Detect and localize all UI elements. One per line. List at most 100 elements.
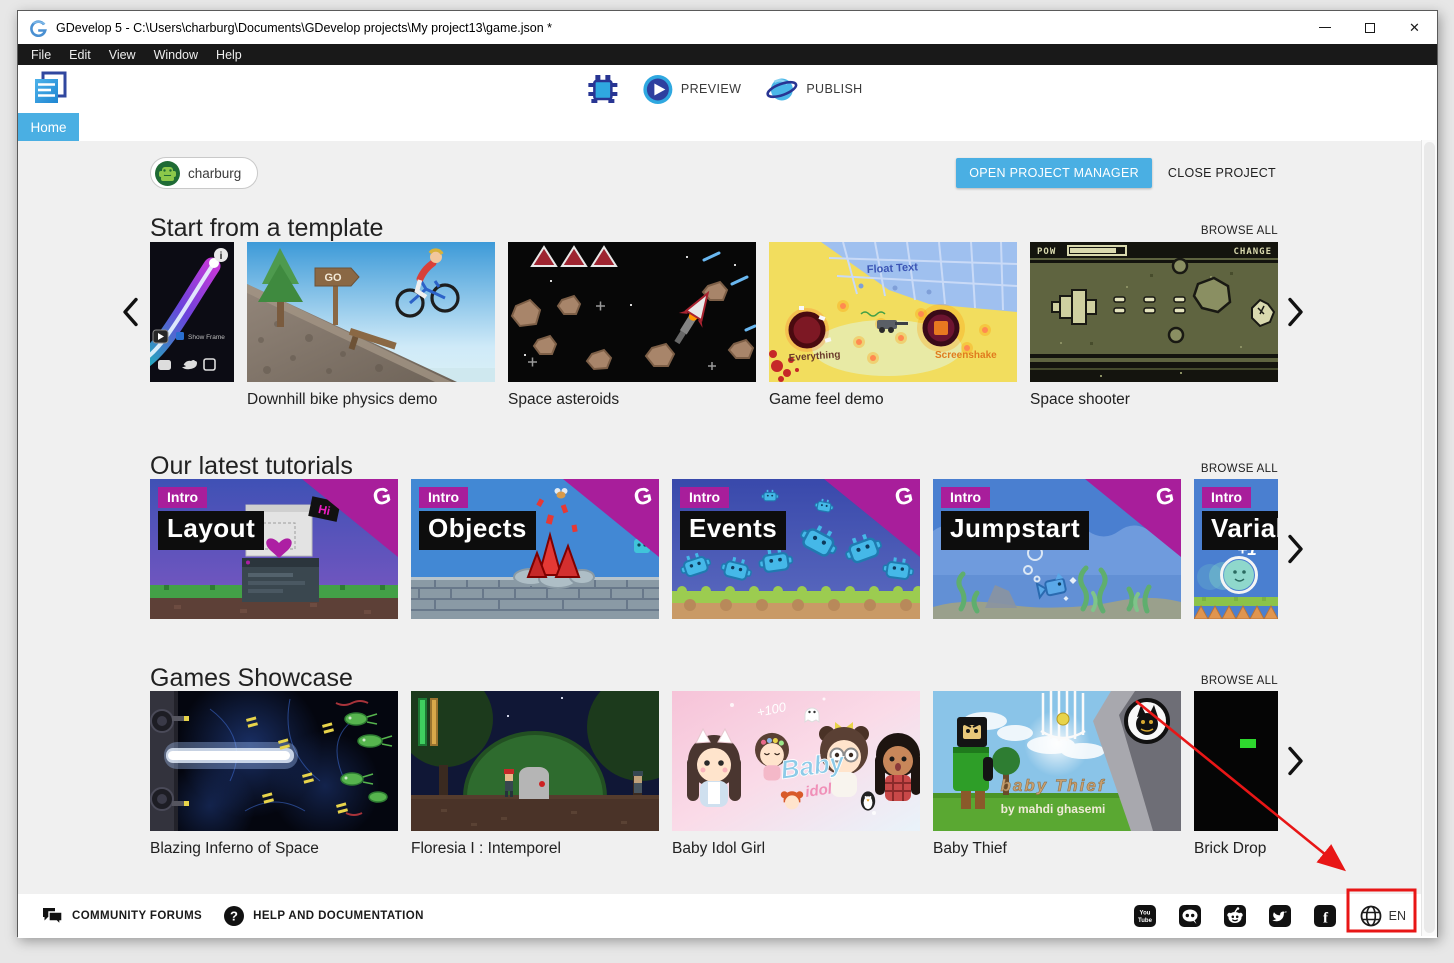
tutorial-card-events[interactable]: Intro Events G (672, 479, 920, 619)
title-bar: GDevelop 5 - C:\Users\charburg\Documents… (18, 11, 1437, 44)
preview-button[interactable]: PREVIEW (642, 74, 741, 105)
tutorial-card-objects[interactable]: Intro Objects G (411, 479, 659, 619)
menu-file[interactable]: File (22, 46, 60, 64)
preview-play-icon (642, 74, 673, 105)
template-card-game-feel[interactable]: Float Text (769, 242, 1017, 382)
home-page: charburg OPEN PROJECT MANAGER CLOSE PROJ… (18, 141, 1437, 894)
language-selector[interactable]: EN (1359, 904, 1406, 928)
publish-button[interactable]: PUBLISH (765, 74, 862, 105)
svg-text:POW: POW (1037, 247, 1056, 257)
debugger-icon[interactable] (587, 74, 618, 105)
youtube-link[interactable]: You Tube (1134, 905, 1156, 927)
help-documentation-link[interactable]: ? HELP AND DOCUMENTATION (224, 906, 424, 926)
browse-all-showcase[interactable]: BROWSE ALL (1201, 675, 1278, 691)
minimize-button[interactable] (1302, 11, 1347, 44)
menu-window[interactable]: Window (145, 46, 207, 64)
tutorial-tag: Intro (941, 487, 990, 508)
svg-text:baby Thief: baby Thief (1000, 776, 1105, 795)
tutorial-title: Events (680, 511, 786, 550)
project-manager-button[interactable] (31, 70, 69, 108)
carousel-prev-button[interactable] (122, 297, 139, 328)
user-chip[interactable]: charburg (150, 157, 258, 189)
menu-bar: File Edit View Window Help (18, 44, 1437, 65)
svg-text:GO: GO (324, 272, 342, 284)
menu-help[interactable]: Help (207, 46, 251, 64)
game-card-baby-idol[interactable]: +100 (672, 691, 920, 831)
game-card-blazing-inferno[interactable] (150, 691, 398, 831)
help-icon: ? (224, 906, 244, 926)
community-forums-label: COMMUNITY FORUMS (72, 910, 202, 922)
svg-text:Tube: Tube (1138, 918, 1153, 924)
templates-carousel: i Show Frame (150, 242, 1278, 409)
carousel-next-button[interactable] (1287, 746, 1304, 777)
tutorial-tag: Intro (1202, 487, 1251, 508)
svg-text:?: ? (230, 909, 238, 924)
close-button[interactable]: ✕ (1392, 11, 1437, 44)
gdevelop-logo-icon (29, 19, 47, 37)
vertical-scrollbar[interactable] (1421, 140, 1437, 936)
reddit-link[interactable] (1224, 905, 1246, 927)
facebook-icon: f (1314, 905, 1336, 927)
globe-icon (1359, 904, 1383, 928)
template-card-space-asteroids[interactable] (508, 242, 756, 382)
maximize-button[interactable] (1347, 11, 1392, 44)
game-thumb-baby-idol: +100 (672, 691, 920, 831)
template-caption: Game feel demo (769, 391, 1017, 409)
template-thumb-space-asteroids (508, 242, 756, 382)
tutorial-tag: Intro (680, 487, 729, 508)
template-thumb-downhill-bike: GO (247, 242, 495, 382)
publish-label: PUBLISH (806, 82, 862, 96)
game-card-floresia[interactable] (411, 691, 659, 831)
svg-text:CHANGE: CHANGE (1233, 247, 1272, 257)
discord-icon (1179, 905, 1201, 927)
tab-home[interactable]: Home (18, 113, 79, 141)
tutorials-carousel: Hi Intro Layout G (150, 479, 1278, 619)
svg-text:Screenshake: Screenshake (935, 350, 997, 361)
discord-link[interactable] (1179, 905, 1201, 927)
tutorial-card-jumpstart[interactable]: Intro Jumpstart G (933, 479, 1181, 619)
game-card-baby-thief[interactable]: baby Thief by mahdi ghasemi (933, 691, 1181, 831)
browse-all-templates[interactable]: BROWSE ALL (1201, 225, 1278, 241)
scrollbar-thumb[interactable] (1424, 142, 1435, 933)
desktop: GDevelop 5 - C:\Users\charburg\Documents… (0, 0, 1454, 963)
game-card-brick-drop[interactable] (1194, 691, 1278, 831)
help-documentation-label: HELP AND DOCUMENTATION (253, 910, 424, 922)
open-project-manager-button[interactable]: OPEN PROJECT MANAGER (956, 158, 1152, 188)
game-caption: Baby Thief (933, 840, 1181, 858)
game-thumb-floresia (411, 691, 659, 831)
reddit-icon (1224, 905, 1246, 927)
tutorial-tag: Intro (158, 487, 207, 508)
maximize-icon (1365, 23, 1375, 33)
community-forums-link[interactable]: COMMUNITY FORUMS (42, 907, 202, 925)
tutorial-card-layout[interactable]: Hi Intro Layout G (150, 479, 398, 619)
section-title-showcase: Games Showcase (150, 666, 353, 691)
svg-text:You: You (1139, 911, 1150, 917)
avatar (155, 161, 180, 186)
template-card-space-shooter[interactable]: POW CHANGE (1030, 242, 1278, 382)
youtube-icon: You Tube (1134, 905, 1156, 927)
carousel-next-button[interactable] (1287, 534, 1304, 565)
tutorial-tag: Intro (419, 487, 468, 508)
tutorial-card-variables[interactable]: +1 Intro (1194, 479, 1278, 619)
browse-all-tutorials[interactable]: BROWSE ALL (1201, 463, 1278, 479)
game-caption: Brick Drop (1194, 840, 1278, 858)
tab-bar: Home (18, 113, 1437, 141)
footer: COMMUNITY FORUMS ? HELP AND DOCUMENTATIO… (18, 894, 1437, 938)
carousel-next-button[interactable] (1287, 297, 1304, 328)
showcase-carousel: Blazing Inferno of Space (150, 691, 1278, 858)
publish-planet-icon (765, 74, 798, 105)
minimize-icon (1319, 27, 1331, 29)
game-caption: Blazing Inferno of Space (150, 840, 398, 858)
twitter-icon (1269, 905, 1291, 927)
close-project-button[interactable]: CLOSE PROJECT (1166, 158, 1278, 188)
menu-view[interactable]: View (100, 46, 145, 64)
forum-icon (42, 907, 63, 925)
tutorial-title: Objects (419, 511, 536, 550)
twitter-link[interactable] (1269, 905, 1291, 927)
close-icon: ✕ (1409, 20, 1420, 36)
section-title-tutorials: Our latest tutorials (150, 454, 353, 479)
menu-edit[interactable]: Edit (60, 46, 100, 64)
facebook-link[interactable]: f (1314, 905, 1336, 927)
template-card-downhill-bike[interactable]: GO (247, 242, 495, 382)
template-card-particle-demo[interactable]: i Show Frame (150, 242, 234, 382)
